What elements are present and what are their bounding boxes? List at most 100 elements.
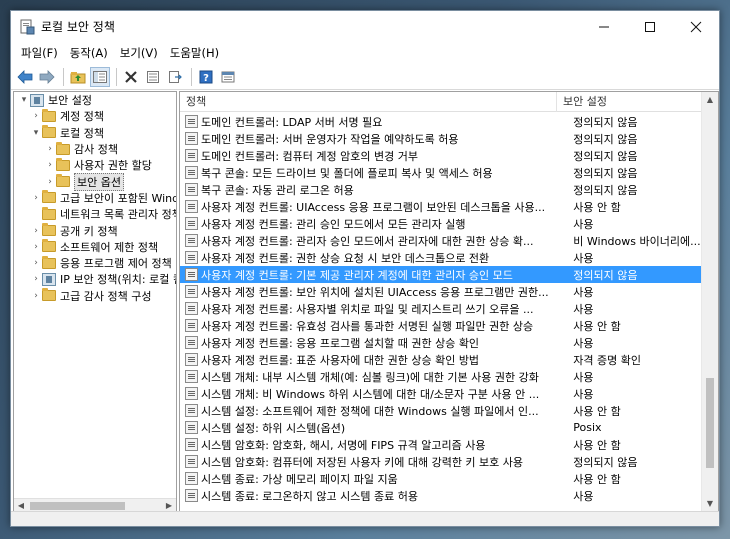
- toolbar-separator: [191, 67, 192, 86]
- folder-icon: [42, 108, 56, 122]
- tree-item-account-policies[interactable]: › 계정 정책: [14, 108, 176, 124]
- tree-item-app-control[interactable]: › 응용 프로그램 제어 정책: [14, 255, 176, 271]
- policy-setting: 정의되지 않음: [573, 166, 638, 180]
- tree-item-network-list[interactable]: 네트워크 목록 관리자 정책: [14, 206, 176, 222]
- tree-item-security-options[interactable]: › 보안 옵션: [14, 172, 176, 191]
- policy-setting: 사용: [573, 217, 594, 231]
- chevron-right-icon[interactable]: ›: [44, 144, 56, 154]
- console-icon[interactable]: [218, 67, 238, 87]
- policy-row[interactable]: 복구 콘솔: 모든 드라이브 및 폴더에 플로피 복사 및 액세스 허용 정의되지…: [180, 164, 701, 181]
- properties-icon[interactable]: [143, 67, 163, 87]
- scroll-left-icon[interactable]: ◀: [14, 501, 28, 510]
- menu-file[interactable]: 파일(F): [15, 45, 64, 61]
- chevron-right-icon[interactable]: ›: [30, 274, 42, 284]
- menu-help[interactable]: 도움말(H): [164, 45, 225, 61]
- tree-item-label: 공개 키 정책: [60, 224, 118, 238]
- policy-row[interactable]: 사용자 계정 컨트롤: 응용 프로그램 설치할 때 권한 상승 확인 사용: [180, 334, 701, 351]
- chevron-right-icon[interactable]: ›: [30, 193, 42, 203]
- policy-item-icon: [185, 183, 198, 196]
- policy-row[interactable]: 도메인 컨트롤러: 컴퓨터 계정 암호의 변경 거부 정의되지 않음: [180, 147, 701, 164]
- tree-pane: ▾ 보안 설정 › 계정 정책 ▾ 로컬 정책 › 감사 정책 › 사용자 권한…: [13, 91, 177, 513]
- tree-item-software-restriction[interactable]: › 소프트웨어 제한 정책: [14, 239, 176, 255]
- policy-row[interactable]: 사용자 계정 컨트롤: 표준 사용자에 대한 권한 상승 확인 방법 자격 증명 …: [180, 351, 701, 368]
- policy-row[interactable]: 사용자 계정 컨트롤: UIAccess 응용 프로그램이 보안된 데스크톱을 …: [180, 198, 701, 215]
- menu-action[interactable]: 동작(A): [64, 45, 114, 61]
- menu-view[interactable]: 보기(V): [114, 45, 164, 61]
- tree-item-advanced-audit[interactable]: › 고급 감사 정책 구성: [14, 288, 176, 304]
- scroll-down-icon[interactable]: ▼: [702, 496, 718, 512]
- column-header-setting[interactable]: 보안 설정: [557, 92, 697, 112]
- policy-item-icon: [185, 353, 198, 366]
- policy-item-icon: [185, 438, 198, 451]
- maximize-button[interactable]: [627, 11, 673, 42]
- tree-item-public-key[interactable]: › 공개 키 정책: [14, 222, 176, 238]
- policy-row[interactable]: 시스템 개체: 비 Windows 하위 시스템에 대한 대/소문자 구분 사용…: [180, 385, 701, 402]
- export-icon[interactable]: [165, 67, 185, 87]
- chevron-right-icon[interactable]: ›: [30, 242, 42, 252]
- chevron-right-icon[interactable]: ›: [44, 177, 56, 187]
- chevron-right-icon[interactable]: ›: [44, 160, 56, 170]
- policy-row[interactable]: 시스템 개체: 내부 시스템 개체(예: 심볼 링크)에 대한 기본 사용 권한…: [180, 368, 701, 385]
- help-icon[interactable]: ?: [196, 67, 216, 87]
- title-bar[interactable]: 로컬 보안 정책: [11, 11, 719, 42]
- policy-row[interactable]: 사용자 계정 컨트롤: 관리자 승인 모드에서 관리자에 대한 권한 상승 확.…: [180, 232, 701, 249]
- policy-row[interactable]: 사용자 계정 컨트롤: 기본 제공 관리자 계정에 대한 관리자 승인 모드 정의…: [180, 266, 701, 283]
- policy-row[interactable]: 사용자 계정 컨트롤: 사용자별 위치로 파일 및 레지스트리 쓰기 오류을 .…: [180, 300, 701, 317]
- tree-item-windows-firewall[interactable]: › 고급 보안이 포함된 Windows: [14, 190, 176, 206]
- folder-icon: [56, 157, 70, 171]
- back-arrow-icon[interactable]: [15, 67, 35, 87]
- chevron-down-icon[interactable]: ▾: [30, 128, 42, 138]
- tree-item-label: 소프트웨어 제한 정책: [60, 240, 159, 254]
- tree-item-audit-policy[interactable]: › 감사 정책: [14, 141, 176, 157]
- chevron-right-icon[interactable]: ›: [30, 291, 42, 301]
- policy-row[interactable]: 도메인 컨트롤러: 서버 운영자가 작업을 예약하도록 허용 정의되지 않음: [180, 130, 701, 147]
- policy-row[interactable]: 시스템 설정: 하위 시스템(옵션) Posix: [180, 419, 701, 436]
- policy-row[interactable]: 복구 콘솔: 자동 관리 로그온 허용 정의되지 않음: [180, 181, 701, 198]
- delete-icon[interactable]: [121, 67, 141, 87]
- tree-item-label: 감사 정책: [74, 143, 118, 157]
- policy-name: 사용자 계정 컨트롤: 기본 제공 관리자 계정에 대한 관리자 승인 모드: [201, 268, 513, 282]
- tree-item-ip-security[interactable]: › IP 보안 정책(위치: 로컬 컴: [14, 271, 176, 287]
- scrollbar-thumb[interactable]: [30, 501, 125, 510]
- policy-row[interactable]: 시스템 종료: 가상 메모리 페이지 파일 지움 사용 안 함: [180, 470, 701, 487]
- forward-arrow-icon[interactable]: [37, 67, 57, 87]
- policy-row[interactable]: 시스템 암호화: 컴퓨터에 저장된 사용자 키에 대해 강력한 키 보호 사용 정…: [180, 453, 701, 470]
- column-header-policy[interactable]: 정책: [180, 92, 557, 112]
- policy-row[interactable]: 사용자 계정 컨트롤: 권한 상승 요청 시 보안 데스크톱으로 전환 사용: [180, 249, 701, 266]
- policy-setting: 정의되지 않음: [573, 149, 638, 163]
- policy-item-icon: [185, 489, 198, 502]
- policy-row[interactable]: 시스템 종료: 로그온하지 않고 시스템 종료 허용 사용: [180, 487, 701, 504]
- policy-row[interactable]: 시스템 설정: 소프트웨어 제한 정책에 대한 Windows 실행 파일에서 …: [180, 402, 701, 419]
- scroll-up-icon[interactable]: ▲: [702, 92, 718, 108]
- tree-item-user-rights[interactable]: › 사용자 권한 할당: [14, 157, 176, 173]
- policy-item-icon: [185, 370, 198, 383]
- policy-name: 시스템 설정: 소프트웨어 제한 정책에 대한 Windows 실행 파일에서 …: [201, 404, 539, 418]
- window-title: 로컬 보안 정책: [41, 20, 115, 34]
- chevron-right-icon[interactable]: ›: [30, 226, 42, 236]
- policy-row[interactable]: 도메인 컨트롤러: LDAP 서버 서명 필요 정의되지 않음: [180, 113, 701, 130]
- tree-horizontal-scrollbar[interactable]: ◀ ▶: [14, 498, 176, 512]
- scroll-right-icon[interactable]: ▶: [162, 501, 176, 510]
- policy-name: 사용자 계정 컨트롤: 권한 상승 요청 시 보안 데스크톱으로 전환: [201, 251, 490, 265]
- list-vertical-scrollbar[interactable]: ▲ ▼: [701, 92, 718, 512]
- toolbar-separator: [63, 67, 64, 86]
- chevron-down-icon[interactable]: ▾: [18, 95, 30, 105]
- tree-item-security-settings[interactable]: ▾ 보안 설정: [14, 92, 176, 108]
- policy-setting: 정의되지 않음: [573, 268, 638, 282]
- policy-setting: 사용 안 함: [573, 200, 621, 214]
- chevron-right-icon[interactable]: ›: [30, 111, 42, 121]
- chevron-right-icon[interactable]: ›: [30, 258, 42, 268]
- tree-item-local-policies[interactable]: ▾ 로컬 정책: [14, 125, 176, 141]
- policy-name: 복구 콘솔: 모든 드라이브 및 폴더에 플로피 복사 및 액세스 허용: [201, 166, 493, 180]
- policy-item-icon: [185, 336, 198, 349]
- scrollbar-thumb[interactable]: [706, 378, 714, 468]
- policy-name: 사용자 계정 컨트롤: UIAccess 응용 프로그램이 보안된 데스크톱을 …: [201, 200, 546, 214]
- policy-row[interactable]: 사용자 계정 컨트롤: 유효성 검사를 통과한 서명된 실행 파일만 권한 상승…: [180, 317, 701, 334]
- policy-row[interactable]: 사용자 계정 컨트롤: 보안 위치에 설치된 UIAccess 응용 프로그램만…: [180, 283, 701, 300]
- minimize-button[interactable]: [581, 11, 627, 42]
- policy-row[interactable]: 사용자 계정 컨트롤: 관리 승인 모드에서 모든 관리자 실행 사용: [180, 215, 701, 232]
- up-folder-icon[interactable]: [68, 67, 88, 87]
- show-tree-icon[interactable]: [90, 66, 110, 87]
- policy-row[interactable]: 시스템 암호화: 암호화, 해시, 서명에 FIPS 규격 알고리즘 사용 사용 …: [180, 436, 701, 453]
- close-button[interactable]: [673, 11, 719, 42]
